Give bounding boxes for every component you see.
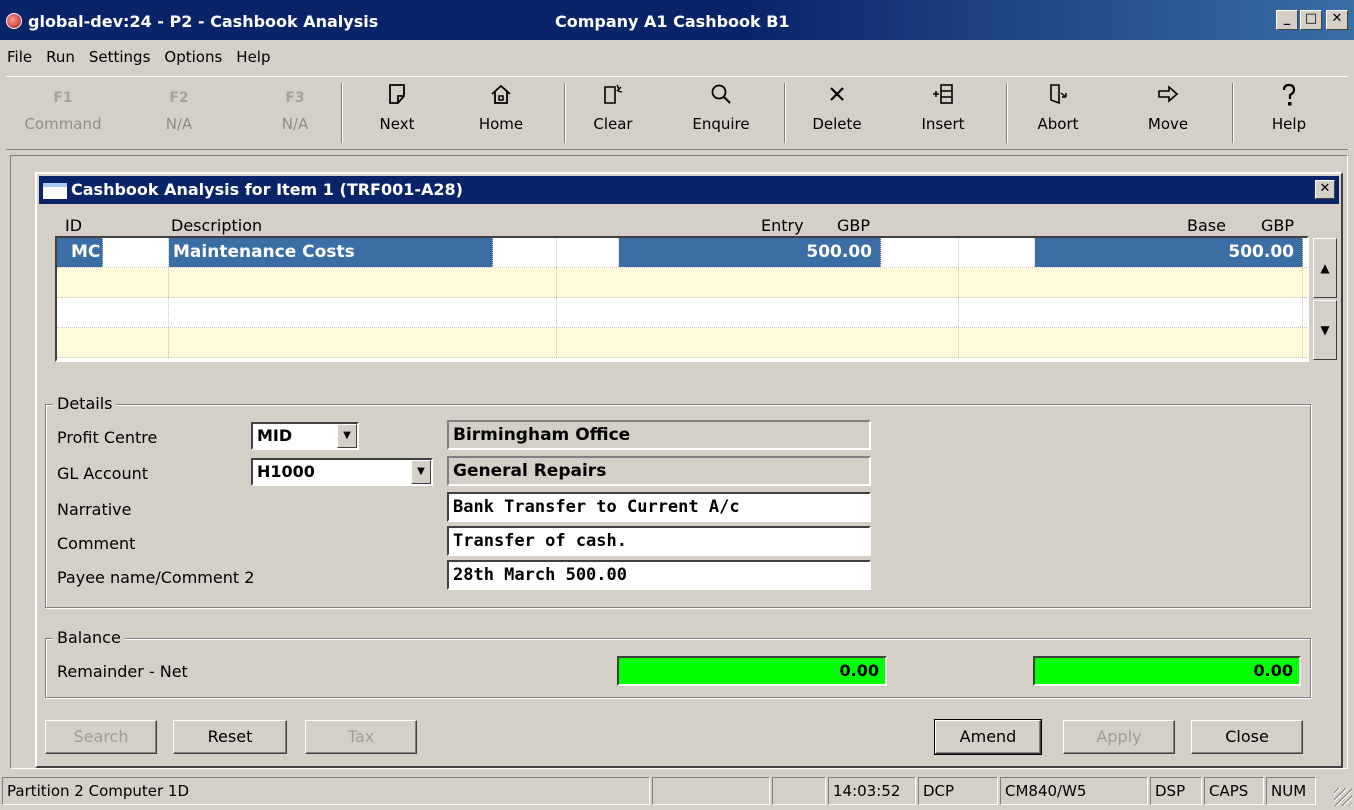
- delete-x-icon: [782, 83, 892, 113]
- menu-bar: File Run Settings Options Help: [0, 44, 278, 70]
- menu-file[interactable]: File: [0, 44, 39, 70]
- comment-label: Comment: [57, 534, 136, 553]
- status-terminal: CM840/W5: [1000, 777, 1148, 805]
- narrative-label: Narrative: [57, 500, 132, 519]
- window-title-bar: global-dev:24 - P2 - Cashbook Analysis C…: [0, 0, 1354, 40]
- col-entry: Entry: [761, 216, 804, 235]
- menu-help[interactable]: Help: [229, 44, 277, 70]
- table-row[interactable]: MC Maintenance Costs 500.00 500.00: [57, 238, 1307, 268]
- status-dsp: DSP: [1150, 777, 1202, 805]
- status-caps: CAPS: [1204, 777, 1264, 805]
- home-button[interactable]: Home: [446, 83, 556, 145]
- grid-header: ID Description Entry GBP Base GBP: [37, 216, 1341, 238]
- maximize-button[interactable]: □: [1300, 10, 1322, 30]
- remainder-base-value: 0.00: [1033, 656, 1301, 686]
- f2-icon: F2: [169, 90, 189, 106]
- clear-icon: [558, 83, 668, 113]
- status-num: NUM: [1266, 777, 1316, 805]
- move-button[interactable]: Move: [1113, 83, 1223, 145]
- col-id: ID: [65, 216, 83, 235]
- remainder-label: Remainder - Net: [57, 662, 188, 681]
- dialog-title: Cashbook Analysis for Item 1 (TRF001-A28…: [71, 180, 463, 199]
- app-icon: [6, 13, 22, 29]
- home-icon: [446, 83, 556, 113]
- abort-button[interactable]: Abort: [1003, 83, 1113, 145]
- f3-icon: F3: [285, 90, 305, 106]
- clear-button[interactable]: Clear: [558, 83, 668, 145]
- details-group-label: Details: [53, 394, 117, 413]
- chevron-down-icon[interactable]: ▼: [411, 460, 431, 484]
- comment-input[interactable]: Transfer of cash.: [447, 526, 871, 556]
- table-row[interactable]: [57, 268, 1307, 298]
- remainder-entry-value: 0.00: [617, 656, 887, 686]
- gl-account-label: GL Account: [57, 464, 148, 483]
- menu-options[interactable]: Options: [157, 44, 229, 70]
- next-page-icon: [342, 83, 452, 113]
- search-button[interactable]: Search: [45, 720, 157, 754]
- dialog-title-bar: Cashbook Analysis for Item 1 (TRF001-A28…: [39, 176, 1339, 204]
- status-mode: DCP: [918, 777, 998, 805]
- grid-scroll-down-button[interactable]: ▼: [1313, 300, 1337, 360]
- dialog-close-button[interactable]: ✕: [1315, 180, 1335, 199]
- help-icon: [1234, 83, 1344, 113]
- row-description[interactable]: Maintenance Costs: [169, 238, 493, 267]
- balance-group-label: Balance: [53, 628, 125, 647]
- resize-grip-icon[interactable]: [1334, 788, 1352, 806]
- close-window-button[interactable]: ✕: [1326, 10, 1348, 30]
- magnifier-icon: [666, 83, 776, 113]
- tax-button[interactable]: Tax: [305, 720, 417, 754]
- grid-scroll-up-button[interactable]: ▲: [1313, 238, 1337, 298]
- payee-label: Payee name/Comment 2: [57, 568, 255, 587]
- window-title: global-dev:24 - P2 - Cashbook Analysis: [28, 12, 379, 31]
- col-entry-currency: GBP: [837, 216, 871, 235]
- status-bar: Partition 2 Computer 1D 14:03:52 DCP CM8…: [0, 774, 1354, 808]
- profit-centre-name: Birmingham Office: [447, 420, 871, 450]
- na-button-1[interactable]: F2 N/A: [124, 83, 234, 145]
- menu-settings[interactable]: Settings: [82, 44, 158, 70]
- command-button[interactable]: F1 Command: [8, 83, 118, 145]
- apply-button[interactable]: Apply: [1063, 720, 1175, 754]
- col-description: Description: [171, 216, 263, 235]
- insert-button[interactable]: Insert: [888, 83, 998, 145]
- row-entry-amount[interactable]: 500.00: [619, 238, 881, 267]
- table-row[interactable]: [57, 328, 1307, 358]
- enquire-button[interactable]: Enquire: [666, 83, 776, 145]
- mdi-area: Cashbook Analysis for Item 1 (TRF001-A28…: [10, 155, 1348, 769]
- toolbar: F1 Command F2 N/A F3 N/A Next Home Clear…: [6, 76, 1348, 150]
- col-base-currency: GBP: [1261, 216, 1295, 235]
- col-base: Base: [1187, 216, 1226, 235]
- gl-account-value: H1000: [257, 462, 315, 481]
- profit-centre-value: MID: [257, 426, 293, 445]
- abort-door-icon: [1003, 83, 1113, 113]
- na-button-2[interactable]: F3 N/A: [240, 83, 350, 145]
- narrative-input[interactable]: Bank Transfer to Current A/c: [447, 492, 871, 522]
- insert-icon: [888, 83, 998, 113]
- window-context: Company A1 Cashbook B1: [555, 12, 790, 31]
- row-base-amount[interactable]: 500.00: [1035, 238, 1303, 267]
- minimize-button[interactable]: _: [1276, 10, 1298, 30]
- arrow-right-icon: [1113, 83, 1223, 113]
- status-partition: Partition 2 Computer 1D: [2, 777, 650, 805]
- amend-button[interactable]: Amend: [934, 719, 1042, 755]
- f1-icon: F1: [53, 90, 73, 106]
- status-time: 14:03:52: [828, 777, 916, 805]
- help-button[interactable]: Help: [1234, 83, 1344, 145]
- profit-centre-label: Profit Centre: [57, 428, 158, 447]
- row-id[interactable]: MC: [57, 238, 103, 267]
- table-row[interactable]: [57, 298, 1307, 328]
- gl-account-name: General Repairs: [447, 456, 871, 486]
- close-button[interactable]: Close: [1191, 720, 1303, 754]
- payee-input[interactable]: 28th March 500.00: [447, 560, 871, 590]
- analysis-grid: MC Maintenance Costs 500.00 500.00: [55, 236, 1309, 362]
- window-icon: [43, 183, 67, 199]
- menu-run[interactable]: Run: [39, 44, 82, 70]
- gl-account-combo[interactable]: H1000 ▼: [251, 458, 433, 486]
- cashbook-analysis-dialog: Cashbook Analysis for Item 1 (TRF001-A28…: [35, 172, 1343, 768]
- profit-centre-combo[interactable]: MID ▼: [251, 422, 359, 450]
- chevron-down-icon[interactable]: ▼: [337, 424, 357, 448]
- delete-button[interactable]: Delete: [782, 83, 892, 145]
- next-button[interactable]: Next: [342, 83, 452, 145]
- reset-button[interactable]: Reset: [173, 720, 287, 754]
